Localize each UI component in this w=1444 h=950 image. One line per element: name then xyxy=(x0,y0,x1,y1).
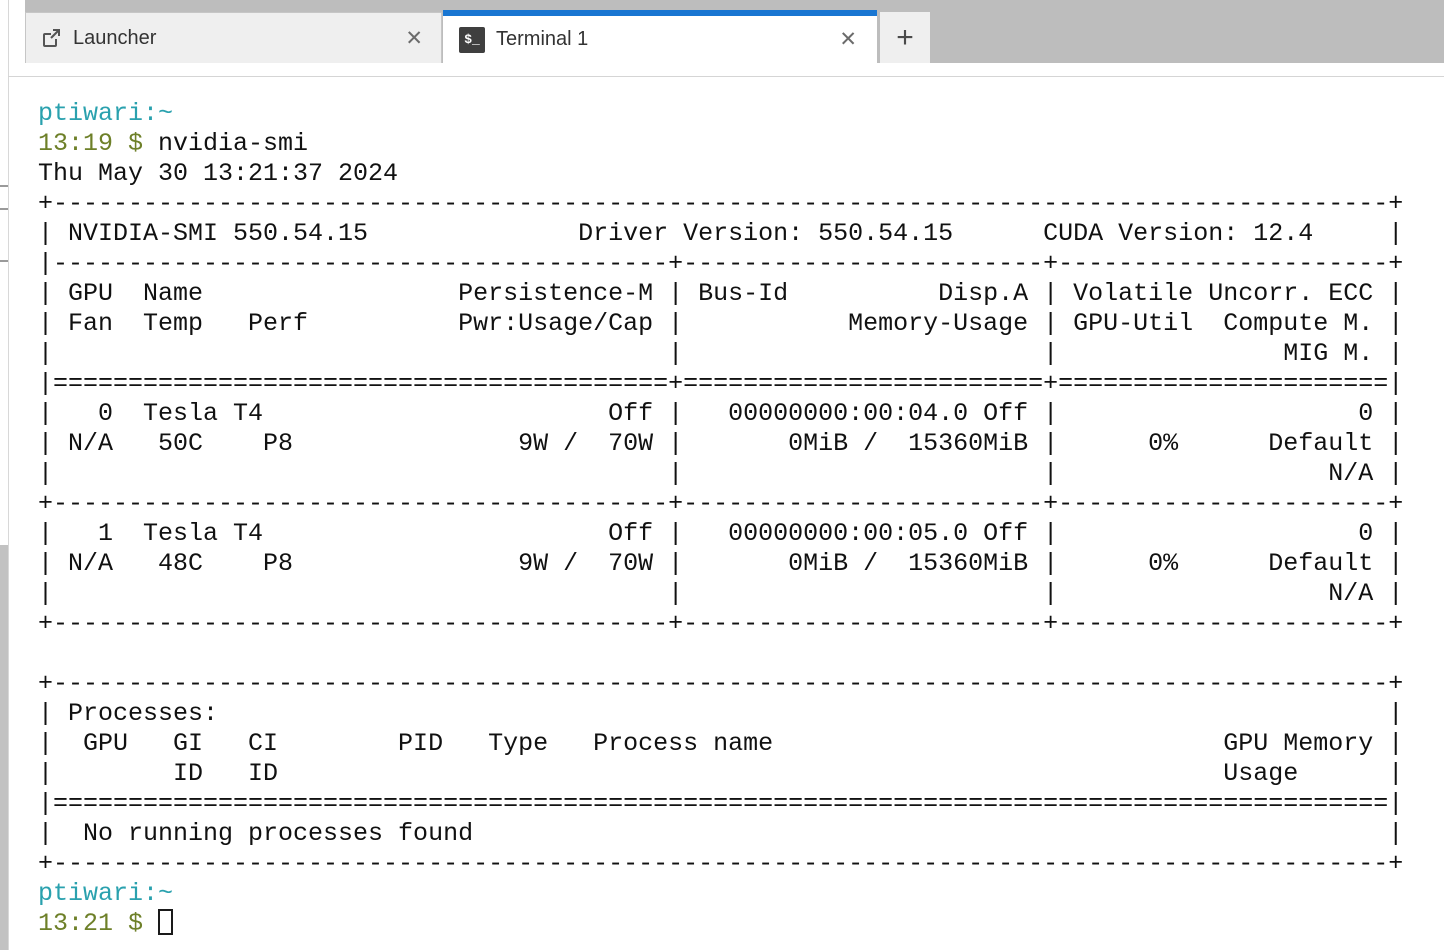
terminal-line: | | | MIG M. | xyxy=(38,339,1444,369)
terminal-line: | N/A 48C P8 9W / 70W | 0MiB / 15360MiB … xyxy=(38,549,1444,579)
terminal-line: | No running processes found | xyxy=(38,819,1444,849)
tab-launcher-label: Launcher xyxy=(73,27,401,50)
terminal-line: |=======================================… xyxy=(38,789,1444,819)
terminal-line: 13:19 $ nvidia-smi xyxy=(38,129,1444,159)
left-gutter xyxy=(0,0,25,950)
terminal-line: +---------------------------------------… xyxy=(38,609,1444,639)
terminal-line: +---------------------------------------… xyxy=(38,189,1444,219)
terminal-line: | 0 Tesla T4 Off | 00000000:00:04.0 Off … xyxy=(38,399,1444,429)
terminal-line: |=======================================… xyxy=(38,369,1444,399)
terminal-line: | GPU GI CI PID Type Process name GPU Me… xyxy=(38,729,1444,759)
terminal-line: ptiwari:~ xyxy=(38,99,1444,129)
terminal-line xyxy=(38,639,1444,669)
terminal-line: +---------------------------------------… xyxy=(38,489,1444,519)
terminal-line: | ID ID Usage | xyxy=(38,759,1444,789)
new-tab-button[interactable]: + xyxy=(880,12,930,63)
tab-bar: Launcher ✕ $_ Terminal 1 ✕ + xyxy=(25,0,1444,63)
terminal-line: | Fan Temp Perf Pwr:Usage/Cap | Memory-U… xyxy=(38,309,1444,339)
close-icon[interactable]: ✕ xyxy=(401,26,427,51)
terminal-line: | 1 Tesla T4 Off | 00000000:00:05.0 Off … xyxy=(38,519,1444,549)
terminal-line: | N/A 50C P8 9W / 70W | 0MiB / 15360MiB … xyxy=(38,429,1444,459)
terminal-line: Thu May 30 13:21:37 2024 xyxy=(38,159,1444,189)
terminal-line: 13:21 $ xyxy=(38,909,1444,939)
gutter-tick xyxy=(0,208,8,210)
terminal-line: | NVIDIA-SMI 550.54.15 Driver Version: 5… xyxy=(38,219,1444,249)
close-icon[interactable]: ✕ xyxy=(835,27,861,52)
terminal-line: | Processes: | xyxy=(38,699,1444,729)
terminal-cursor xyxy=(158,909,173,935)
terminal-line: +---------------------------------------… xyxy=(38,849,1444,879)
sidebar-divider xyxy=(8,0,9,950)
gutter-tick xyxy=(0,185,8,187)
tabbar-bottom-divider xyxy=(8,76,1444,77)
terminal-line: +---------------------------------------… xyxy=(38,669,1444,699)
terminal-line: | | | N/A | xyxy=(38,579,1444,609)
gutter-tick xyxy=(0,260,8,262)
terminal-area[interactable]: ptiwari:~13:19 $ nvidia-smiThu May 30 13… xyxy=(25,78,1444,950)
gutter-scrollbar-thumb[interactable] xyxy=(0,545,8,950)
terminal-line: | | | N/A | xyxy=(38,459,1444,489)
terminal-output: ptiwari:~13:19 $ nvidia-smiThu May 30 13… xyxy=(38,99,1444,939)
terminal-line: | GPU Name Persistence-M | Bus-Id Disp.A… xyxy=(38,279,1444,309)
tab-terminal-label: Terminal 1 xyxy=(496,28,835,51)
plus-icon: + xyxy=(896,23,914,53)
launcher-icon xyxy=(40,27,62,49)
terminal-icon: $_ xyxy=(459,27,485,53)
terminal-line: |---------------------------------------… xyxy=(38,249,1444,279)
tab-launcher[interactable]: Launcher ✕ xyxy=(25,12,442,63)
tab-terminal-1[interactable]: $_ Terminal 1 ✕ xyxy=(443,10,877,63)
terminal-line: ptiwari:~ xyxy=(38,879,1444,909)
